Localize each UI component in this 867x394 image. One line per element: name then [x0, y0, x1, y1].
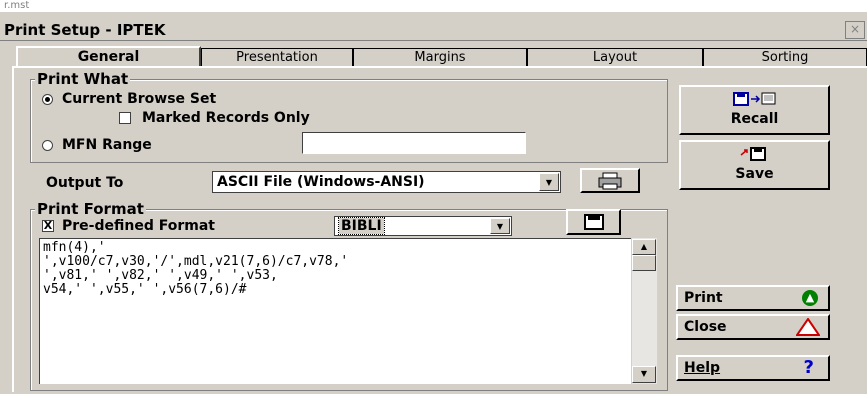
window-close-button[interactable]: ×: [845, 21, 865, 39]
recall-button[interactable]: Recall: [679, 85, 830, 135]
format-select-value: BIBLI: [338, 217, 385, 235]
print-what-legend: Print What: [35, 70, 131, 88]
chevron-down-icon: ▼: [496, 222, 504, 231]
save-icon: [740, 147, 766, 161]
help-question-icon: ?: [803, 357, 814, 378]
mfn-range-radio[interactable]: [42, 140, 53, 151]
help-label: Help: [684, 360, 721, 376]
scroll-up-button[interactable]: ▲: [632, 239, 656, 255]
tab-presentation[interactable]: Presentation: [201, 48, 353, 66]
print-label: Print: [684, 290, 723, 306]
printer-icon: [598, 172, 622, 190]
mfn-range-input[interactable]: [302, 132, 526, 154]
marked-records-only-checkbox[interactable]: [119, 112, 131, 124]
scroll-down-button[interactable]: ▼: [632, 366, 656, 383]
scroll-thumb[interactable]: [632, 255, 656, 271]
predefined-format-checkbox[interactable]: X: [42, 220, 54, 232]
close-label: Close: [684, 319, 727, 335]
current-browse-set-radio[interactable]: [42, 94, 53, 105]
format-text-area[interactable]: mfn(4),' ',v100/c7,v30,'/',mdl,v21(7,6)/…: [39, 238, 631, 384]
tab-general[interactable]: General: [16, 46, 201, 68]
output-to-select[interactable]: ASCII File (Windows-ANSI): [212, 171, 561, 193]
printer-setup-button[interactable]: [580, 168, 640, 193]
output-to-dropdown-button[interactable]: ▼: [539, 173, 559, 191]
window-title: Print Setup - IPTEK: [0, 19, 867, 41]
format-dropdown-button[interactable]: ▼: [490, 218, 510, 234]
floppy-disk-icon: [583, 214, 604, 230]
save-button[interactable]: Save: [679, 140, 830, 190]
format-select[interactable]: BIBLI: [334, 216, 512, 236]
chevron-down-icon: ▼: [545, 178, 553, 187]
arrow-up-icon: ▲: [640, 242, 648, 251]
print-button[interactable]: Print ▲: [676, 285, 830, 311]
help-button[interactable]: Help ?: [676, 355, 830, 381]
tab-layout[interactable]: Layout: [527, 48, 703, 66]
recall-icon: [732, 92, 775, 106]
print-format-legend: Print Format: [35, 200, 146, 218]
output-to-label: Output To: [46, 175, 124, 191]
predefined-format-label[interactable]: Pre-defined Format: [62, 218, 215, 234]
recall-label: Recall: [730, 111, 779, 127]
mfn-range-label[interactable]: MFN Range: [62, 137, 152, 153]
tab-margins[interactable]: Margins: [353, 48, 527, 66]
go-arrow-icon: ▲: [802, 290, 818, 306]
tab-sorting[interactable]: Sorting: [703, 48, 867, 66]
save-label: Save: [735, 166, 774, 182]
parent-window-title: r.mst: [0, 0, 867, 12]
arrow-down-icon: ▼: [640, 369, 648, 378]
save-format-button[interactable]: [566, 209, 621, 235]
output-to-value: ASCII File (Windows-ANSI): [217, 174, 425, 190]
marked-records-only-label[interactable]: Marked Records Only: [142, 110, 310, 126]
close-button[interactable]: Close: [676, 314, 830, 340]
current-browse-set-label[interactable]: Current Browse Set: [62, 91, 216, 107]
warning-icon: [796, 318, 820, 336]
